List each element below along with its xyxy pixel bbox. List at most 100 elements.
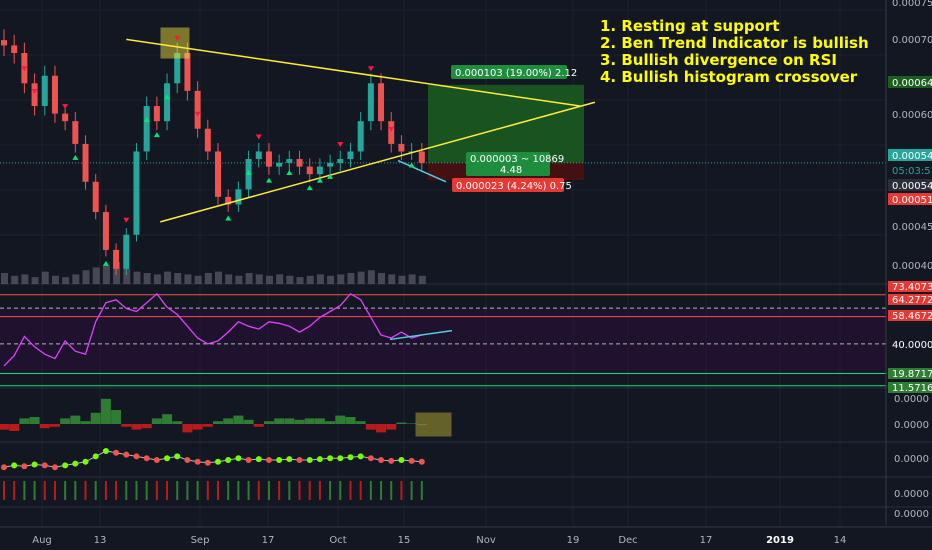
trend-dot [164,455,171,462]
volume-bar [174,273,182,284]
entry-label-line2: 4.48 [500,165,522,176]
histogram-bar [192,424,203,430]
signal-bar [390,481,393,500]
volume-bar [337,274,345,284]
signal-bar [237,481,240,500]
histogram-bar [253,424,264,427]
volume-bar [276,274,284,284]
time-tick-8: Dec [618,535,637,546]
rsi-tick-3: 40.0000 [892,340,932,351]
histogram-bar [60,418,71,424]
price-tick-2: 0.000645 [892,78,932,89]
volume-bar [21,274,29,284]
signal-bar [369,481,372,500]
histogram-bar [182,424,193,433]
signal-bar [308,481,311,500]
signal-bar [339,481,342,500]
volume-bar [367,270,375,284]
candle-body [123,234,130,269]
candle-body [306,166,313,175]
histogram-bar [70,415,81,424]
volume-bar [265,275,273,284]
candle-body [296,159,303,167]
candle-body [92,181,99,213]
candle-body [11,45,18,54]
signal-bar [125,481,128,500]
trend-dot [153,457,160,463]
trend-dot [21,463,28,470]
histogram-bar [243,419,254,424]
histogram-bar [19,418,30,424]
histogram-bar [9,424,20,431]
extra-tick-1: 0.0000 [894,509,929,520]
trend-tick-0: 0.0000 [894,454,929,465]
candle-body [31,83,38,107]
time-tick-1: 13 [94,535,107,546]
volume-bar [347,273,355,284]
trend-dot [296,457,303,463]
signal-bar [155,481,158,500]
volume-bar [306,275,314,284]
trend-dot [357,453,364,460]
histogram-bar [213,421,223,424]
volume-bar [296,277,304,284]
histogram-bar [294,419,305,424]
trend-dot [306,457,313,463]
signal-bar [400,481,403,500]
annotation-3: 3. Bullish divergence on RSI [600,51,837,69]
time-tick-4: Oct [329,535,346,546]
histogram-bar [365,424,376,430]
candle-body [164,83,171,122]
trend-dot [418,458,425,465]
candle-body [367,83,374,122]
signal-bar [94,481,97,500]
histogram-bar [263,421,274,424]
rsi-band [0,308,886,374]
signal-bar [227,481,230,500]
histogram-bar [355,421,366,424]
stop-label: 0.000023 (4.24%) 0.75 [456,181,572,192]
histogram-bar [0,424,9,430]
volume-bar [72,274,80,284]
candle-body [204,128,211,152]
trend-dot [245,457,252,463]
signal-bar [288,481,291,500]
rsi-tick-0: 73.4073 [892,282,932,293]
histogram-bar [121,424,132,427]
signal-bar [23,481,26,500]
signal-bar [33,481,36,500]
extra-tick-0: 0.0000 [894,489,929,500]
volume-bar [327,275,335,284]
volume-bar [245,273,253,284]
histogram-bar [284,418,295,424]
trend-dot [31,461,38,468]
histogram-bar [141,424,152,429]
time-tick-11: 14 [834,535,847,546]
trend-dot [337,455,344,462]
volume-bar [418,275,426,284]
volume-bar [11,275,19,284]
rsi-tick-5: 11.5716 [892,383,932,394]
signal-bar [359,481,362,500]
time-tick-5: 15 [398,535,411,546]
volume-bar [378,273,386,284]
trend-dot [184,457,191,463]
volume-bar [235,275,243,284]
volume-bar [225,274,233,284]
trend-dot [408,457,415,464]
histogram-bar [325,421,336,424]
signal-bar [176,481,179,500]
signal-bar [53,481,56,500]
trend-dot [388,457,395,464]
time-tick-0: Aug [32,535,52,546]
histogram-bar [39,424,50,429]
price-tick-0: 0.000750 [892,0,932,9]
candle-body [215,151,221,197]
price-tick-3: 0.000600 [892,110,932,121]
trend-dot [398,457,405,463]
target-zone [428,84,584,163]
trend-dot [62,462,69,469]
volume-bar [102,264,110,284]
rsi-tick-4: 19.8717 [892,369,932,380]
time-tick-3: 17 [262,535,275,546]
